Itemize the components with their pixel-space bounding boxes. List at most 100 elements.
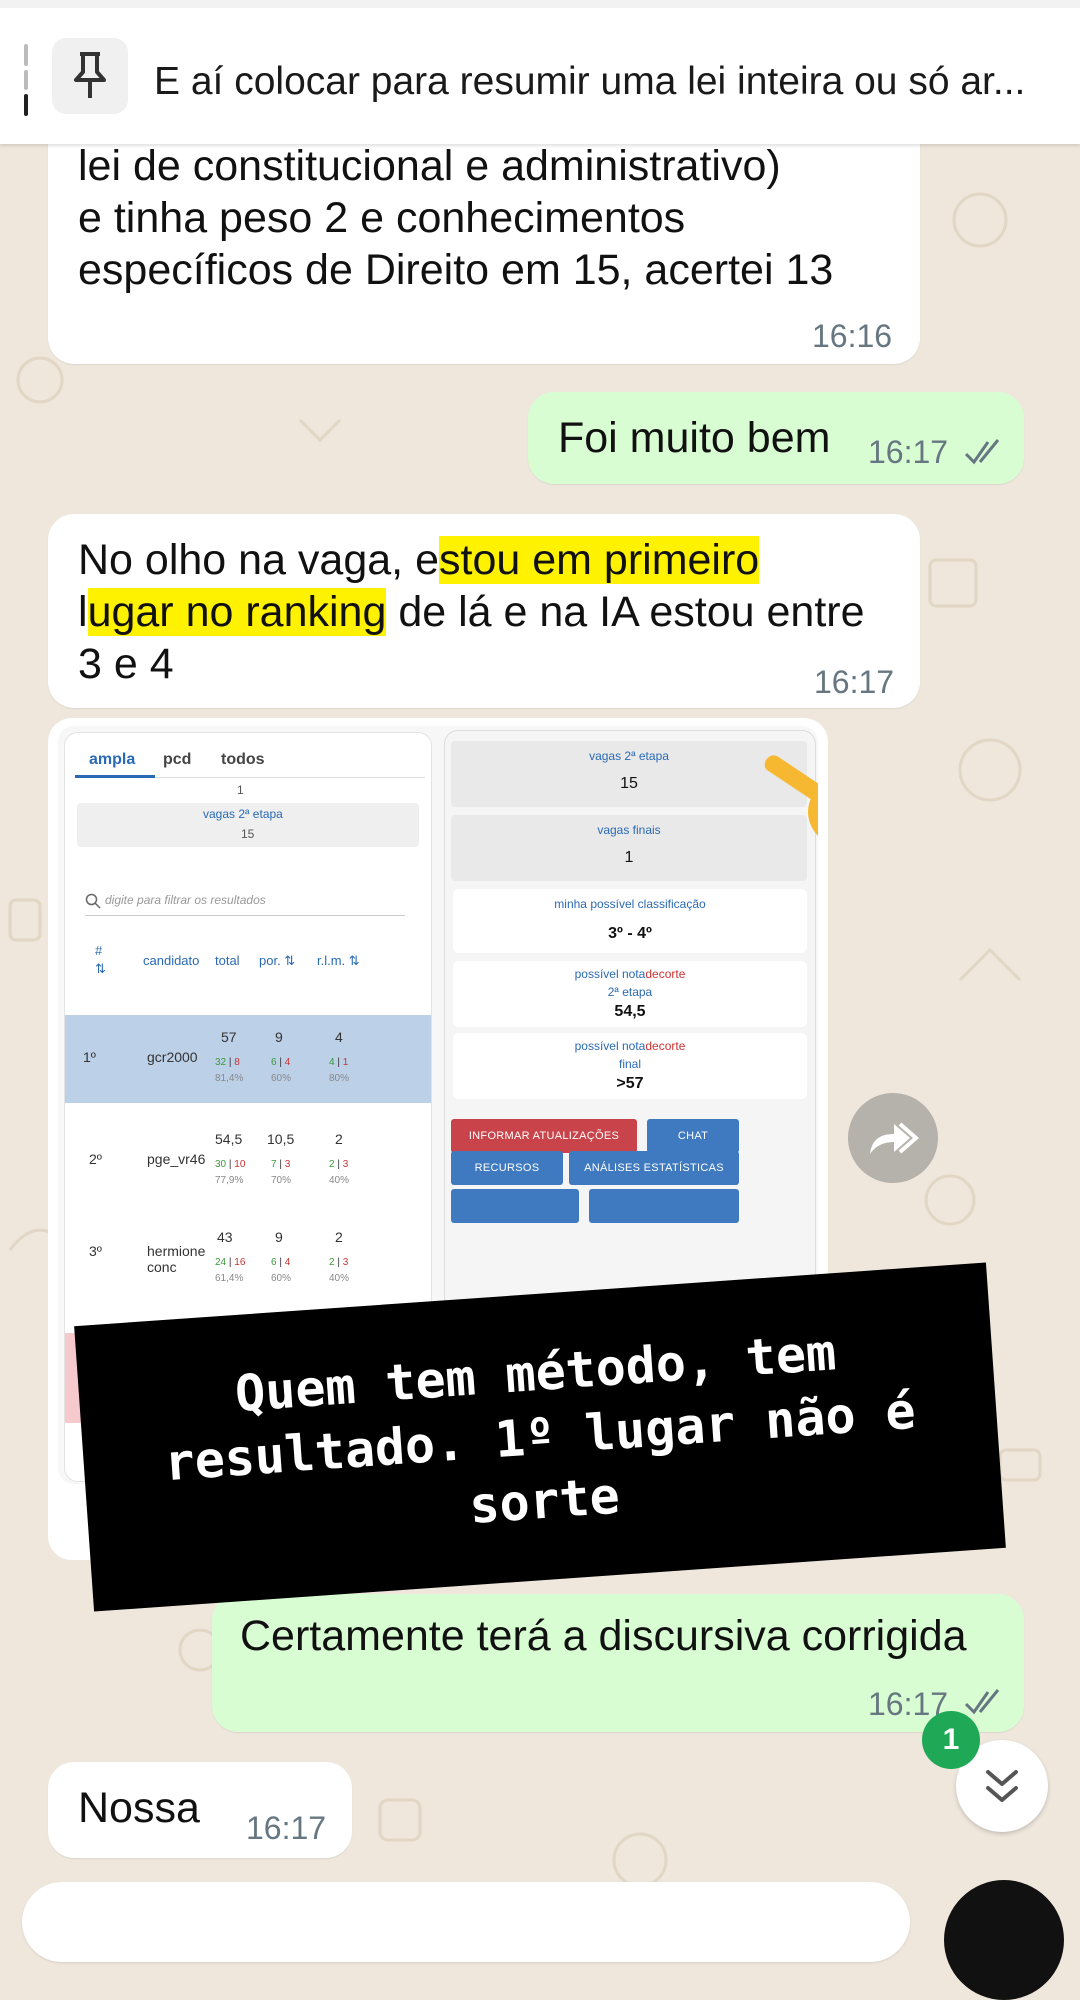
pinned-indicator xyxy=(24,44,28,66)
highlighted-text: stou em primeiro xyxy=(439,536,760,584)
total-cell: 54,5 xyxy=(215,1131,243,1147)
message-text: Nossa xyxy=(78,1784,200,1832)
tab-ampla[interactable]: ampla xyxy=(89,751,135,769)
por-breakdown: 7 | 3 xyxy=(271,1159,291,1170)
partial-button xyxy=(451,1189,579,1223)
message-bubble-incoming[interactable]: Nossa 16:17 xyxy=(48,1762,352,1858)
nota-corte-final-card: possível notadecorte final >57 xyxy=(453,1033,807,1099)
por-cell: 10,5 xyxy=(267,1131,295,1147)
rank-cell: 1º xyxy=(83,1049,96,1065)
tab-pcd[interactable]: pcd xyxy=(163,751,191,769)
table-row[interactable]: 1º gcr2000 57 32 | 8 81,4% 9 6 | 4 60% 4… xyxy=(65,1015,431,1103)
message-time: 16:17 xyxy=(814,664,895,700)
top-value: 1 xyxy=(237,783,244,797)
column-header-rlm[interactable]: r.l.m. ⇅ xyxy=(317,953,360,969)
pinned-message-text: E aí colocar para resumir uma lei inteir… xyxy=(154,60,1026,103)
candidate-cell: hermione conc xyxy=(147,1243,206,1275)
chat-button[interactable]: CHAT xyxy=(647,1119,739,1153)
table-row[interactable]: 3º hermione conc 43 24 | 16 61,4% 9 6 | … xyxy=(65,1219,431,1307)
pinned-indicator xyxy=(24,70,28,90)
table-row[interactable]: 2º pge_vr46 54,5 30 | 10 77,9% 10,5 7 | … xyxy=(65,1117,431,1205)
vagas-2-etapa-box: vagas 2ª etapa 15 xyxy=(451,741,807,807)
column-header-rank[interactable]: # xyxy=(95,943,102,958)
caption-text: Quem tem método, tem resultado. 1º lugar… xyxy=(162,1323,918,1536)
nota-corte-label: possível notadecorte xyxy=(574,1039,686,1053)
message-text: Certamente terá a discursiva corrigida xyxy=(240,1612,967,1660)
pinned-message-bar[interactable]: E aí colocar para resumir uma lei inteir… xyxy=(0,0,1080,144)
vagas-finais-label: vagas finais xyxy=(597,823,661,837)
classification-label: minha possível classificação xyxy=(554,897,706,911)
por-cell: 9 xyxy=(275,1029,283,1045)
message-bubble-outgoing[interactable]: Foi muito bem 16:17 xyxy=(528,392,1024,484)
por-percent: 70% xyxy=(271,1175,292,1186)
message-input[interactable] xyxy=(22,1882,910,1962)
por-percent: 60% xyxy=(271,1273,292,1284)
recursos-button[interactable]: RECURSOS xyxy=(451,1151,563,1185)
nota-corte-final-value: >57 xyxy=(616,1075,644,1092)
partial-button xyxy=(589,1189,739,1223)
message-text: específicos de Direito em 15, acertei 13 xyxy=(78,246,834,294)
rlm-breakdown: 4 | 1 xyxy=(329,1057,349,1068)
rlm-cell: 4 xyxy=(335,1029,343,1045)
forward-button[interactable] xyxy=(848,1093,938,1183)
column-header-total[interactable]: total xyxy=(215,953,240,968)
message-text: lei de constitucional e administrativo) xyxy=(78,142,781,190)
total-percent: 81,4% xyxy=(215,1073,244,1084)
message-bubble-incoming[interactable]: lei de constitucional e administrativo) … xyxy=(48,110,920,364)
filter-input[interactable]: digite para filtrar os resultados xyxy=(105,893,266,907)
total-breakdown: 30 | 10 xyxy=(215,1159,246,1170)
column-header-candidato[interactable]: candidato xyxy=(143,953,199,968)
total-cell: 43 xyxy=(217,1229,233,1245)
por-breakdown: 6 | 4 xyxy=(271,1257,291,1268)
por-percent: 60% xyxy=(271,1073,292,1084)
rlm-percent: 40% xyxy=(329,1175,350,1186)
nota-corte-2-etapa-value: 54,5 xyxy=(614,1003,646,1020)
message-text-line: No olho na vaga, estou em primeiro xyxy=(78,534,760,586)
tab-active-indicator xyxy=(75,775,155,778)
message-time: 16:16 xyxy=(812,318,893,354)
microphone-button[interactable] xyxy=(944,1880,1064,2000)
tab-todos[interactable]: todos xyxy=(221,751,265,769)
vagas-box: vagas 2ª etapa 15 xyxy=(77,803,419,847)
classification-value: 3º - 4º xyxy=(608,925,652,942)
rlm-breakdown: 2 | 3 xyxy=(329,1159,349,1170)
informar-atualizacoes-button[interactable]: INFORMAR ATUALIZAÇÕES xyxy=(451,1119,637,1153)
por-breakdown: 6 | 4 xyxy=(271,1057,291,1068)
total-percent: 77,9% xyxy=(215,1175,244,1186)
pinned-indicator-active xyxy=(24,94,28,116)
rank-cell: 3º xyxy=(89,1243,102,1259)
rlm-breakdown: 2 | 3 xyxy=(329,1257,349,1268)
column-header-por[interactable]: por. ⇅ xyxy=(259,953,295,969)
analises-estatisticas-button[interactable]: ANÁLISES ESTATÍSTICAS xyxy=(569,1151,739,1185)
sort-icon[interactable]: ⇅ xyxy=(95,961,106,977)
highlighted-text: ugar no ranking xyxy=(87,588,387,636)
rlm-cell: 2 xyxy=(335,1131,343,1147)
total-cell: 57 xyxy=(221,1029,237,1045)
vagas-finais-value: 1 xyxy=(624,849,634,866)
message-text: l xyxy=(78,588,88,636)
message-text: Foi muito bem xyxy=(558,414,831,462)
message-text: 3 e 4 xyxy=(78,640,174,688)
candidate-cell: pge_vr46 xyxy=(147,1151,206,1167)
por-cell: 9 xyxy=(275,1229,283,1245)
vagas-finais-box: vagas finais 1 xyxy=(451,815,807,881)
classification-card: minha possível classificação 3º - 4º xyxy=(453,889,807,953)
nota-corte-label: possível notadecorte xyxy=(574,967,686,981)
message-text: de lá e na IA estou entre xyxy=(386,588,865,636)
vagas-label: vagas 2ª etapa xyxy=(203,807,283,821)
message-text-line: lugar no ranking de lá e na IA estou ent… xyxy=(78,586,865,638)
vagas-2-etapa-value: 15 xyxy=(620,775,638,792)
double-check-icon xyxy=(964,1689,1000,1715)
message-text: No olho na vaga, e xyxy=(78,536,439,584)
message-bubble-incoming[interactable]: No olho na vaga, estou em primeiro lugar… xyxy=(48,514,920,708)
filter-underline xyxy=(85,915,405,916)
vagas-value: 15 xyxy=(241,827,255,841)
total-breakdown: 24 | 16 xyxy=(215,1257,246,1268)
nota-corte-sub: 2ª etapa xyxy=(607,985,653,999)
rlm-percent: 80% xyxy=(329,1073,350,1084)
forward-icon xyxy=(870,1122,920,1154)
pin-icon[interactable] xyxy=(52,38,128,114)
message-bubble-outgoing[interactable]: Certamente terá a discursiva corrigida 1… xyxy=(212,1594,1024,1732)
message-time: 16:17 xyxy=(868,434,949,470)
total-breakdown: 32 | 8 xyxy=(215,1057,240,1068)
